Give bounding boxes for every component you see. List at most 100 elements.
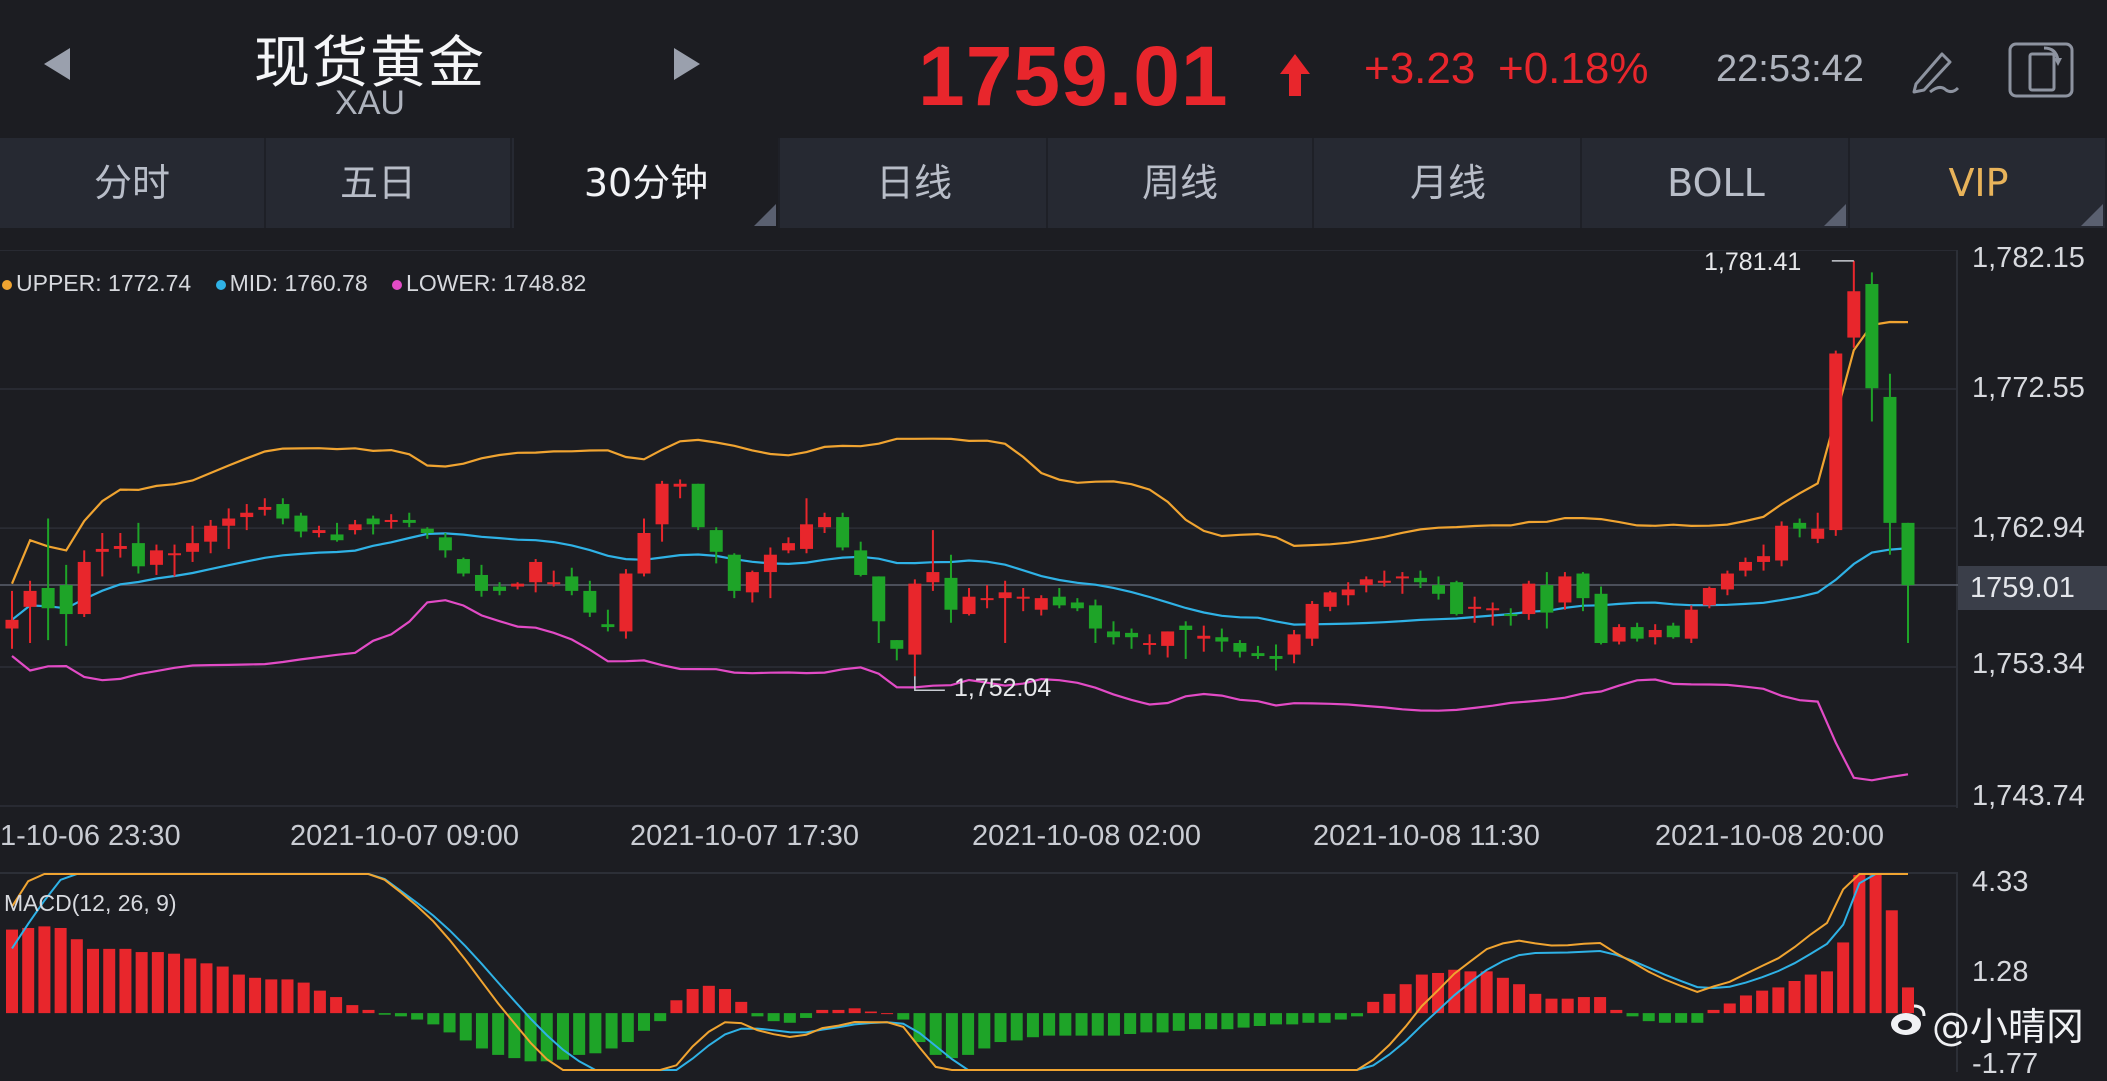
candle-body [276,504,290,519]
tab-daily[interactable]: 日线 [782,138,1048,228]
rotate-screen-icon[interactable] [2008,40,2074,100]
candle-body [691,483,705,528]
macd-bar [1820,971,1833,1014]
candle-body [1738,561,1752,571]
last-price: 1759.01 [918,29,1229,123]
macd-bar [216,966,229,1014]
high-price-label: 1,781.41 [1704,248,1802,276]
macd-bar [686,989,699,1014]
macd-bar [443,1013,456,1033]
tab-vip[interactable]: VIP [1852,138,2107,228]
macd-bar [200,963,213,1014]
macd-bar [1642,1013,1655,1022]
time-axis-label: 2021-10-08 11:30 [1313,820,1540,852]
candle-body [818,517,832,528]
macd-bar [54,927,67,1014]
price-change: +3.23 [1364,44,1476,93]
candle-body [1143,643,1157,646]
candle-body [800,524,814,549]
candle-body [1468,606,1482,609]
macd-bar [135,952,148,1014]
macd-bar [1788,980,1801,1014]
macd-bar [864,1011,877,1014]
macd-bar [1318,1013,1331,1023]
candle-body [1757,556,1771,562]
tab-boll-label: BOLL [1667,161,1765,205]
candlestick-chart[interactable] [0,250,1958,808]
candle-body [529,561,543,583]
candle-body [962,596,976,615]
candle-body [727,554,741,591]
macd-bar [1026,1013,1039,1038]
candle-body [1287,634,1301,655]
candle-body [1648,629,1662,638]
period-tabs: 分时 五日 30分钟 日线 周线 月线 BOLL VIP [0,138,2107,228]
macd-bar [119,948,132,1014]
candle [1594,586,1608,645]
macd-bar [1756,990,1769,1014]
candle-body [1125,632,1139,638]
macd-bar [881,1013,894,1015]
macd-bar [38,926,51,1014]
candle-body [1359,579,1373,586]
tab-five-day[interactable]: 五日 [246,138,512,228]
candle-body [890,640,904,649]
boll-legend: UPPER: 1772.74 MID: 1760.78 LOWER: 1748.… [2,270,604,297]
time-axis-label: 2021-10-07 09:00 [290,820,519,852]
candle-body [1829,353,1843,531]
candle [1522,580,1536,620]
macd-bar [492,1013,505,1055]
candle-body [41,588,55,609]
tab-boll[interactable]: BOLL [1584,138,1850,228]
macd-bar [1075,1013,1088,1036]
candle-body [637,532,651,574]
right-arrow-icon[interactable] [674,48,700,80]
macd-bar [1188,1013,1201,1030]
macd-bar [1561,998,1574,1014]
candle [836,512,850,551]
tab-30min[interactable]: 30分钟 [514,138,780,228]
candle-body [168,553,182,556]
candle-body [1684,609,1698,639]
candle-body [511,583,525,587]
candle-body [294,515,308,532]
time-axis-label: 2021-10-07 17:30 [630,820,859,852]
macd-axis-label: -1.77 [1972,1048,2039,1080]
tab-vip-label: VIP [1948,161,2009,205]
candle-body [456,559,470,574]
candle-body [1070,602,1084,609]
candle-body [1702,588,1716,606]
left-arrow-icon[interactable] [44,48,70,80]
macd-bar [70,939,83,1014]
macd-bar [1739,995,1752,1014]
candle-body [1720,573,1734,590]
macd-bar [767,1013,780,1022]
weibo-icon [1891,1004,1926,1035]
candle-body [1251,653,1265,657]
macd-chart[interactable] [0,872,1958,1072]
macd-bar [1496,977,1509,1014]
candle [1702,586,1716,609]
candle-body [655,483,669,525]
candle-body [240,512,254,518]
candle-body [1432,585,1446,594]
pen-icon[interactable] [1908,44,1960,96]
candle-body [5,619,19,629]
candle-body [1847,291,1861,338]
tab-weekly[interactable]: 周线 [1048,138,1314,228]
candle-body [438,537,452,551]
macd-bar [994,1013,1007,1043]
candle-body [1323,592,1337,607]
legend-dot-upper [2,279,12,290]
macd-bar [249,977,262,1014]
legend-dot-lower [392,279,403,290]
tab-monthly[interactable]: 月线 [1316,138,1582,228]
macd-bar [783,1013,796,1023]
tab-timeshare[interactable]: 分时 [0,138,266,228]
macd-bar [330,997,343,1014]
macd-bar [913,1013,926,1043]
instrument-symbol: XAU [335,84,405,122]
candle-body [330,534,344,541]
dropdown-corner-icon [1824,204,1846,226]
candle-body [763,554,777,573]
